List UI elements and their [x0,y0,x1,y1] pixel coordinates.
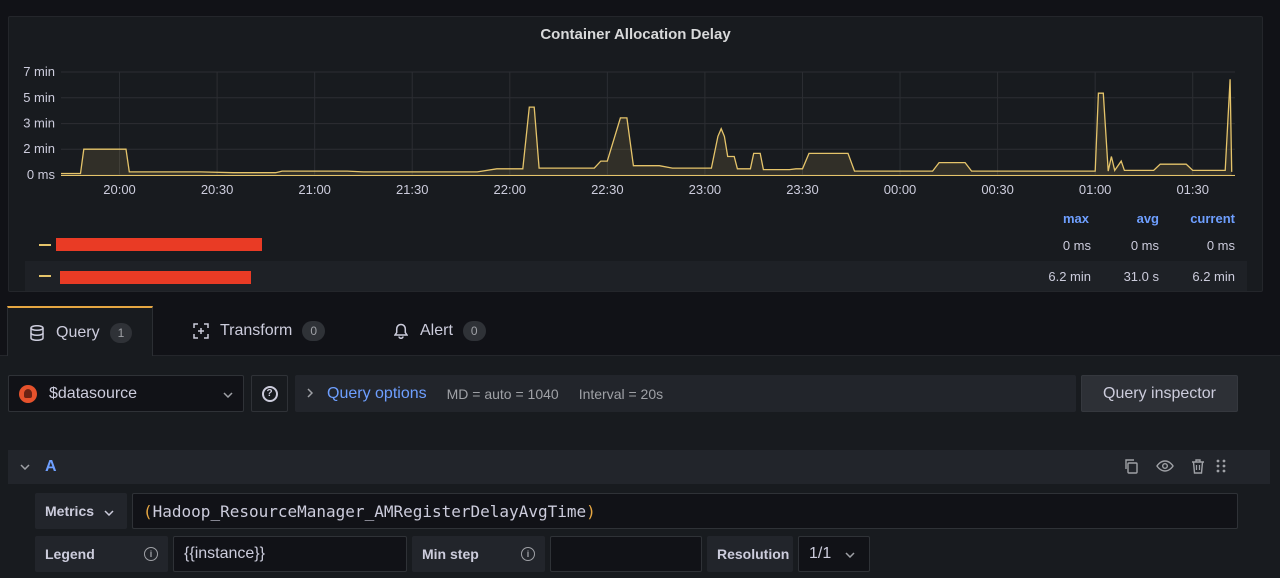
metrics-query-input[interactable]: (Hadoop_ResourceManager_AMRegisterDelayA… [132,493,1238,529]
legend-header-avg[interactable]: avg [1089,211,1159,226]
query-expression: Hadoop_ResourceManager_AMRegisterDelayAv… [152,501,587,521]
redacted-series-name [60,271,251,284]
x-tick-label: 00:30 [981,182,1014,197]
query-row-header: A [8,450,1270,484]
legend-field-label: Legend i [35,536,168,572]
tab-label: Transform [220,322,293,339]
tab-label: Query [56,323,100,341]
metrics-label: Metrics [45,503,95,519]
series-area [61,79,1232,175]
min-step-field-label: Min step i [412,536,545,572]
graph-panel: Container Allocation Delay 0 ms 2 min 3 mi… [8,16,1263,292]
legend-header-max[interactable]: max [1019,211,1089,226]
metrics-browser-button[interactable]: Metrics [35,493,127,529]
x-tick-label: 21:30 [396,182,429,197]
transform-icon [192,322,210,340]
chevron-down-icon [213,387,243,401]
legend-row[interactable]: 6.2 min 31.0 s 6.2 min [25,261,1247,291]
y-tick-label: 5 min [23,90,55,105]
legend-row[interactable]: 0 ms 0 ms 0 ms [25,230,1247,260]
query-ref-id[interactable]: A [45,458,57,476]
tab-label: Alert [420,322,453,339]
legend-current-value: 0 ms [1206,238,1235,253]
tab-count-badge: 0 [302,321,325,341]
eye-icon[interactable] [1156,458,1174,476]
x-tick-label: 20:00 [103,182,136,197]
min-step-label: Min step [422,546,479,562]
resolution-label: Resolution [717,546,790,562]
query-options-label: Query options [327,384,427,402]
tab-alert[interactable]: Alert 0 [392,306,486,356]
datasource-select[interactable]: $datasource [8,375,244,412]
x-tick-label: 21:00 [298,182,331,197]
legend-input[interactable]: {{instance}} [173,536,407,572]
query-options-toggle[interactable]: Query options MD = auto = 1040 Interval … [295,375,1076,412]
chart: 0 ms 2 min 3 min 5 min 7 min 20:00 20:30 21:00 2… [23,64,1235,197]
x-tick-label: 00:00 [884,182,917,197]
x-tick-label: 22:30 [591,182,624,197]
legend-header-current[interactable]: current [1159,211,1235,226]
series-line [61,79,1233,175]
y-tick-label: 3 min [23,116,55,131]
query-paren-close: ) [586,501,596,521]
x-tick-label: 23:30 [786,182,819,197]
drag-handle-icon[interactable] [1215,458,1233,476]
x-tick-label: 01:00 [1079,182,1112,197]
y-tick-label: 7 min [23,64,55,79]
x-tick-label: 20:30 [201,182,234,197]
legend-avg-value: 0 ms [1130,238,1159,253]
legend-label: Legend [45,546,95,562]
bell-icon [392,322,410,340]
duplicate-icon[interactable] [1123,458,1141,476]
x-tick-label: 22:00 [494,182,527,197]
query-inspector-button[interactable]: Query inspector [1081,375,1238,412]
resolution-select[interactable]: 1/1 [798,536,870,572]
trash-icon[interactable] [1190,458,1208,476]
info-icon[interactable]: i [521,547,535,561]
tab-count-badge: 0 [462,321,486,341]
chevron-down-icon [845,545,855,563]
redacted-series-name [56,238,262,251]
legend-current-value: 6.2 min [1192,269,1235,284]
x-tick-label: 01:30 [1176,182,1209,197]
chevron-down-icon [104,503,114,519]
info-icon[interactable]: i [144,547,158,561]
max-data-points-info: MD = auto = 1040 [446,385,559,402]
editor-tabs: Query 1 Transform 0 Alert 0 [0,306,1280,357]
tab-count-badge: 1 [109,322,133,343]
question-icon: ? [261,385,278,402]
database-icon [28,324,46,342]
series-color-swatch[interactable] [39,275,51,277]
help-button[interactable]: ? [251,375,288,412]
tab-transform[interactable]: Transform 0 [192,306,325,356]
resolution-field-label: Resolution [707,536,793,572]
prometheus-icon [19,384,37,403]
query-paren-open: ( [143,501,153,521]
resolution-value: 1/1 [809,545,832,562]
collapse-chevron-icon[interactable] [20,459,30,473]
series-color-swatch[interactable] [39,244,51,246]
interval-info: Interval = 20s [578,385,664,402]
y-tick-label: 0 ms [27,167,56,182]
x-tick-label: 23:00 [689,182,722,197]
y-tick-label: 2 min [23,141,55,156]
datasource-name: $datasource [49,384,138,402]
legend-avg-value: 31.0 s [1123,269,1159,284]
min-step-input[interactable] [550,536,702,572]
query-editor: $datasource ? Query options MD = auto = … [0,356,1280,578]
chevron-right-icon [307,386,314,401]
tab-query[interactable]: Query 1 [7,306,153,357]
